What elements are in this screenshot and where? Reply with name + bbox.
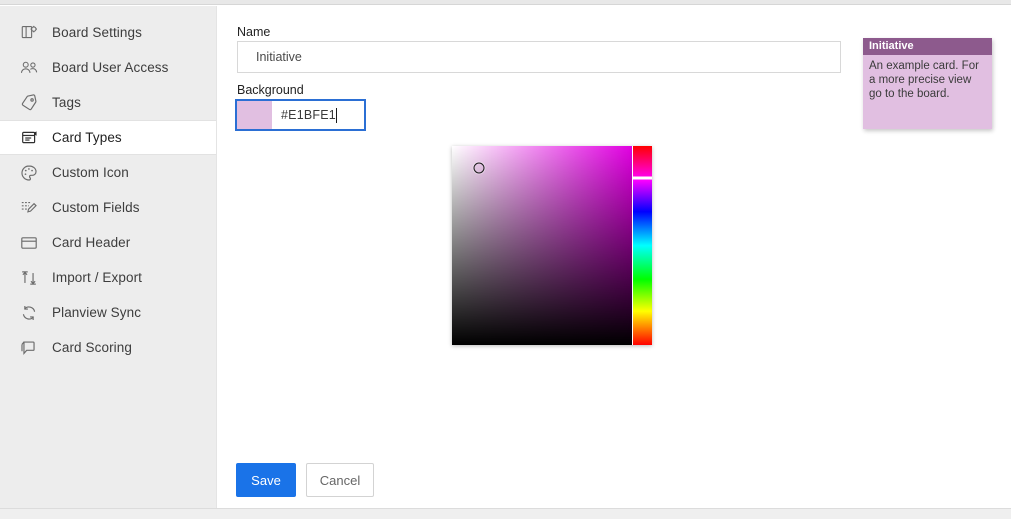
sidebar-item-planview-sync[interactable]: Planview Sync [0, 295, 216, 330]
sidebar-item-label: Planview Sync [52, 305, 142, 320]
sidebar-item-label: Import / Export [52, 270, 143, 285]
tag-icon [18, 92, 40, 114]
card-preview-title: Initiative [863, 38, 992, 55]
hex-input-value: #E1BFE1 [281, 108, 336, 122]
import-export-icon [18, 267, 40, 289]
sidebar-item-label: Card Scoring [52, 340, 132, 355]
saturation-value-cursor[interactable] [473, 162, 485, 174]
sidebar-item-board-settings[interactable]: Board Settings [0, 15, 216, 50]
hex-input-wrap[interactable]: #E1BFE1 [272, 101, 364, 129]
sidebar-item-label: Card Header [52, 235, 131, 250]
hue-slider-cursor[interactable] [633, 176, 652, 180]
sidebar-item-custom-fields[interactable]: Custom Fields [0, 190, 216, 225]
card-preview-body: An example card. For a more precise view… [863, 55, 992, 129]
background-hex-field[interactable]: #E1BFE1 [235, 99, 366, 131]
window-top-bar [0, 0, 1011, 5]
custom-fields-icon [18, 197, 40, 219]
sidebar-item-label: Card Types [52, 130, 122, 145]
sync-icon [18, 302, 40, 324]
sidebar-item-label: Board User Access [52, 60, 169, 75]
settings-page: Board Settings Board User Access Tags Ca… [0, 0, 1011, 519]
cancel-button[interactable]: Cancel [306, 463, 374, 497]
sidebar-item-card-scoring[interactable]: Card Scoring [0, 330, 216, 365]
sidebar-item-card-header[interactable]: Card Header [0, 225, 216, 260]
palette-icon [18, 162, 40, 184]
name-input[interactable] [237, 41, 841, 73]
name-field-label: Name [237, 25, 271, 39]
saturation-value-area[interactable] [452, 146, 632, 345]
text-caret [335, 107, 337, 123]
users-icon [18, 57, 40, 79]
sidebar-item-label: Tags [52, 95, 81, 110]
settings-sidebar: Board Settings Board User Access Tags Ca… [0, 6, 216, 508]
save-button[interactable]: Save [236, 463, 296, 497]
window-bottom-bar [0, 508, 1011, 519]
sidebar-item-board-user-access[interactable]: Board User Access [0, 50, 216, 85]
sidebar-item-custom-icon[interactable]: Custom Icon [0, 155, 216, 190]
sidebar-item-label: Custom Fields [52, 200, 140, 215]
sidebar-item-tags[interactable]: Tags [0, 85, 216, 120]
board-settings-icon [18, 22, 40, 44]
background-field-label: Background [237, 83, 304, 97]
sidebar-item-import-export[interactable]: Import / Export [0, 260, 216, 295]
card-types-icon [18, 127, 40, 149]
sidebar-item-label: Board Settings [52, 25, 142, 40]
form-actions: Save Cancel [236, 463, 374, 497]
sidebar-item-card-types[interactable]: Card Types [0, 120, 216, 155]
card-scoring-icon [18, 337, 40, 359]
color-swatch[interactable] [237, 101, 272, 129]
color-picker[interactable] [452, 146, 652, 345]
card-header-icon [18, 232, 40, 254]
sidebar-item-label: Custom Icon [52, 165, 129, 180]
card-preview: Initiative An example card. For a more p… [863, 38, 992, 129]
